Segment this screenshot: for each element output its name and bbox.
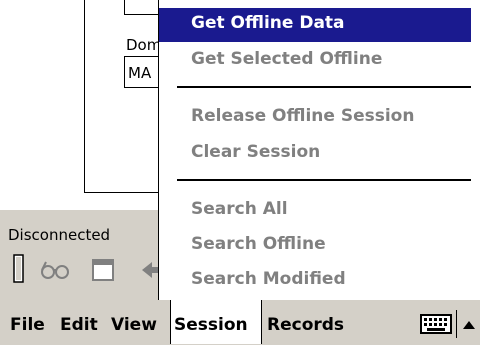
- window-icon[interactable]: [90, 254, 118, 288]
- menu-session[interactable]: Session: [170, 300, 262, 344]
- connection-status: Disconnected: [8, 226, 111, 244]
- battery-icon[interactable]: [12, 254, 26, 288]
- dom-label: Dom: [126, 36, 162, 54]
- menu-view[interactable]: View: [111, 300, 157, 345]
- menu-separator: [177, 86, 471, 88]
- menu-file[interactable]: File: [10, 300, 45, 345]
- menu-item-get-offline-data[interactable]: Get Offline Data: [191, 13, 345, 33]
- session-menu: Get Offline Data Get Selected Offline Re…: [158, 0, 480, 300]
- keyboard-icon[interactable]: [420, 314, 452, 338]
- menu-item-search-modified[interactable]: Search Modified: [191, 269, 346, 289]
- menu-records[interactable]: Records: [267, 300, 344, 345]
- menu-item-release-offline-session[interactable]: Release Offline Session: [191, 106, 414, 126]
- separator: [456, 310, 457, 338]
- back-arrow-icon[interactable]: [140, 254, 158, 288]
- menu-item-clear-session[interactable]: Clear Session: [191, 142, 320, 162]
- menu-separator: [177, 179, 471, 181]
- menu-item-get-selected-offline[interactable]: Get Selected Offline: [191, 49, 382, 69]
- menu-bar: File Edit View Session Records: [0, 300, 480, 345]
- menu-item-search-offline[interactable]: Search Offline: [191, 234, 326, 254]
- menu-edit[interactable]: Edit: [60, 300, 98, 345]
- glasses-icon[interactable]: [38, 254, 72, 288]
- up-arrow-icon[interactable]: [462, 316, 476, 335]
- menu-item-search-all[interactable]: Search All: [191, 199, 288, 219]
